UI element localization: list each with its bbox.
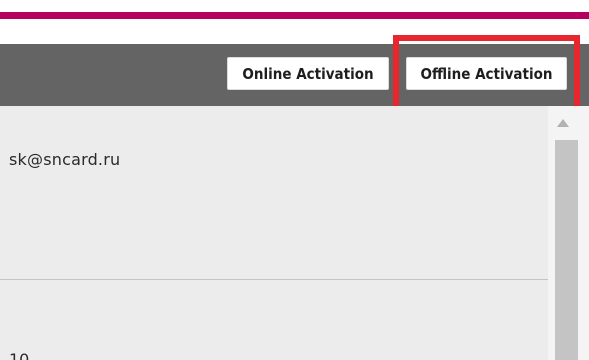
content-panel <box>0 106 548 360</box>
activation-page: Online Activation Offline Activation sk@… <box>0 0 589 360</box>
divider <box>0 279 548 280</box>
partial-row-text: 10 <box>9 350 29 360</box>
scroll-up-button[interactable] <box>555 116 571 130</box>
offline-activation-button[interactable]: Offline Activation <box>406 57 567 90</box>
accent-bar <box>0 12 589 19</box>
triangle-up-icon <box>557 119 569 127</box>
scrollbar-thumb[interactable] <box>555 140 578 360</box>
online-activation-button[interactable]: Online Activation <box>227 57 389 90</box>
email-text: sk@sncard.ru <box>9 150 121 169</box>
